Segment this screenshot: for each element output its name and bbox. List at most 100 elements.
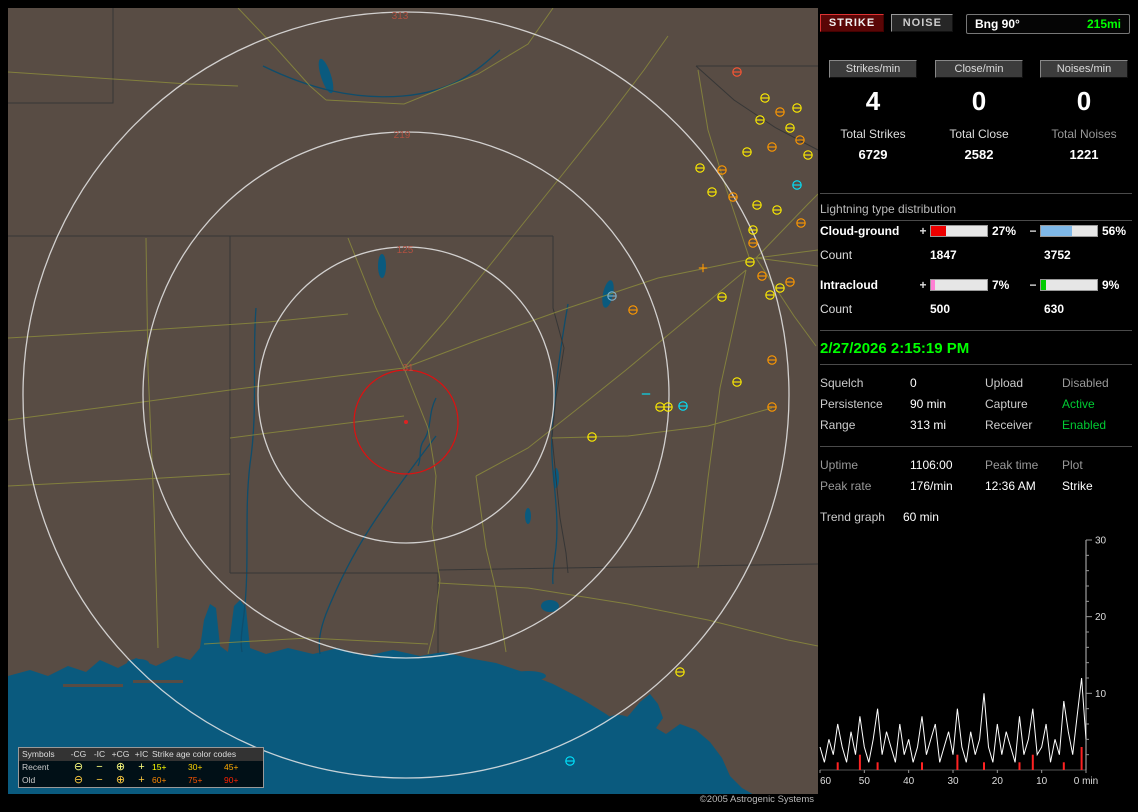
trend-x-ticks: 6050403020100 min <box>820 770 1098 787</box>
ic-minus-percent: 9% <box>1098 278 1132 292</box>
neg-cg-icon: ⊖ <box>68 761 89 774</box>
plot-label: Plot <box>1062 458 1136 472</box>
neg-ic-icon: − <box>89 761 110 774</box>
trend-close-bars <box>837 747 1083 770</box>
total-noises-value: 1221 <box>1032 147 1136 162</box>
close-per-min-button[interactable]: Close/min <box>935 60 1023 78</box>
total-strikes-label: Total Strikes <box>820 127 926 141</box>
separator <box>820 446 1132 447</box>
capture-status: Active <box>1062 397 1136 411</box>
bearing-value: Bng 90° <box>975 17 1020 31</box>
lightning-map[interactable]: 313 219 125 31 ©2005 Astrogenic Systems … <box>8 8 818 804</box>
neg-ic-icon: − <box>89 774 110 787</box>
bearing-distance-readout: Bng 90° 215mi <box>966 14 1130 34</box>
count-label: Count <box>820 302 930 316</box>
age-code-90: 90+ <box>224 774 260 787</box>
status-panel: STRIKE NOISE Bng 90° 215mi Strikes/min 4… <box>818 0 1138 812</box>
ring-label-219: 219 <box>394 130 411 141</box>
squelch-label: Squelch <box>820 376 910 390</box>
age-code-45: 45+ <box>224 761 260 774</box>
count-label: Count <box>820 248 930 262</box>
age-code-60: 60+ <box>152 774 188 787</box>
persistence-value: 90 min <box>910 397 985 411</box>
separator <box>820 364 1132 365</box>
legend-col-pcg: +CG <box>110 748 131 761</box>
uptime-label: Uptime <box>820 458 910 472</box>
trend-strike-line <box>820 678 1086 762</box>
ic-plus-percent: 7% <box>988 278 1026 292</box>
svg-text:50: 50 <box>859 776 871 787</box>
cg-minus-count: 3752 <box>1044 248 1136 262</box>
svg-text:40: 40 <box>903 776 915 787</box>
svg-text:20: 20 <box>1095 612 1107 623</box>
strike-mode-button[interactable]: STRIKE <box>820 14 884 32</box>
age-code-15: 15+ <box>152 761 188 774</box>
pos-ic-icon: + <box>131 774 152 787</box>
age-code-30: 30+ <box>188 761 224 774</box>
legend-col-pic: +IC <box>131 748 152 761</box>
noises-per-min-button[interactable]: Noises/min <box>1040 60 1128 78</box>
pos-ic-icon: + <box>131 761 152 774</box>
separator <box>820 330 1132 331</box>
total-strikes-value: 6729 <box>820 147 926 162</box>
legend-col-ncg: -CG <box>68 748 89 761</box>
svg-text:30: 30 <box>947 776 959 787</box>
legend-symbols-header: Symbols <box>22 748 68 761</box>
cg-minus-percent: 56% <box>1098 224 1132 238</box>
legend-recent-label: Recent <box>22 761 68 774</box>
svg-text:60: 60 <box>820 776 832 787</box>
map-legend: Symbols -CG -IC +CG +IC Strike age color… <box>18 747 264 788</box>
cg-plus-percent: 27% <box>988 224 1026 238</box>
peak-rate-label: Peak rate <box>820 479 910 493</box>
upload-label: Upload <box>985 376 1062 390</box>
pos-cg-icon: ⊕ <box>110 774 131 787</box>
legend-old-label: Old <box>22 774 68 787</box>
minus-sign: − <box>1026 224 1040 238</box>
copyright-text: ©2005 Astrogenic Systems <box>700 794 814 804</box>
ic-plus-count: 500 <box>930 302 1044 316</box>
strikes-per-min-button[interactable]: Strikes/min <box>829 60 917 78</box>
trend-window-value: 60 min <box>903 510 939 524</box>
ic-plus-bar <box>930 279 988 291</box>
plot-type-value: Strike <box>1062 479 1136 493</box>
distribution-title: Lightning type distribution <box>820 202 1132 221</box>
trend-graph: 102030 6050403020100 min <box>818 532 1134 798</box>
legend-col-nic: -IC <box>89 748 110 761</box>
datetime-display: 2/27/2026 2:15:19 PM <box>820 340 969 357</box>
cloud-ground-label: Cloud-ground <box>820 224 916 238</box>
trend-graph-label: Trend graph <box>820 510 885 524</box>
strikes-per-min-value: 4 <box>820 86 926 117</box>
cg-plus-count: 1847 <box>930 248 1044 262</box>
range-value: 313 mi <box>910 418 985 432</box>
age-code-75: 75+ <box>188 774 224 787</box>
noises-per-min-value: 0 <box>1032 86 1136 117</box>
receiver-label: Receiver <box>985 418 1062 432</box>
legend-age-header: Strike age color codes <box>152 748 260 761</box>
range-label: Range <box>820 418 910 432</box>
plus-sign: + <box>916 224 930 238</box>
nexstorm-window: 313 219 125 31 ©2005 Astrogenic Systems … <box>0 0 1138 812</box>
neg-cg-icon: ⊖ <box>68 774 89 787</box>
svg-text:10: 10 <box>1095 689 1107 700</box>
close-per-min-value: 0 <box>926 86 1032 117</box>
svg-text:0 min: 0 min <box>1074 776 1098 787</box>
map-canvas[interactable]: 313 219 125 31 ©2005 Astrogenic Systems <box>8 8 818 804</box>
persistence-label: Persistence <box>820 397 910 411</box>
peak-time-value: 12:36 AM <box>985 479 1062 493</box>
separator <box>820 193 1132 194</box>
receiver-status: Enabled <box>1062 418 1136 432</box>
ring-label-313: 313 <box>392 11 409 22</box>
cg-plus-bar <box>930 225 988 237</box>
ring-label-125: 125 <box>397 245 414 256</box>
ring-label-31: 31 <box>402 363 414 374</box>
total-close-value: 2582 <box>926 147 1032 162</box>
minus-sign: − <box>1026 278 1040 292</box>
cg-minus-bar <box>1040 225 1098 237</box>
barrier-island <box>133 680 183 683</box>
noise-mode-button[interactable]: NOISE <box>891 14 953 32</box>
capture-label: Capture <box>985 397 1062 411</box>
plus-sign: + <box>916 278 930 292</box>
sensor-location-dot <box>404 420 408 424</box>
svg-text:10: 10 <box>1036 776 1048 787</box>
pos-cg-icon: ⊕ <box>110 761 131 774</box>
